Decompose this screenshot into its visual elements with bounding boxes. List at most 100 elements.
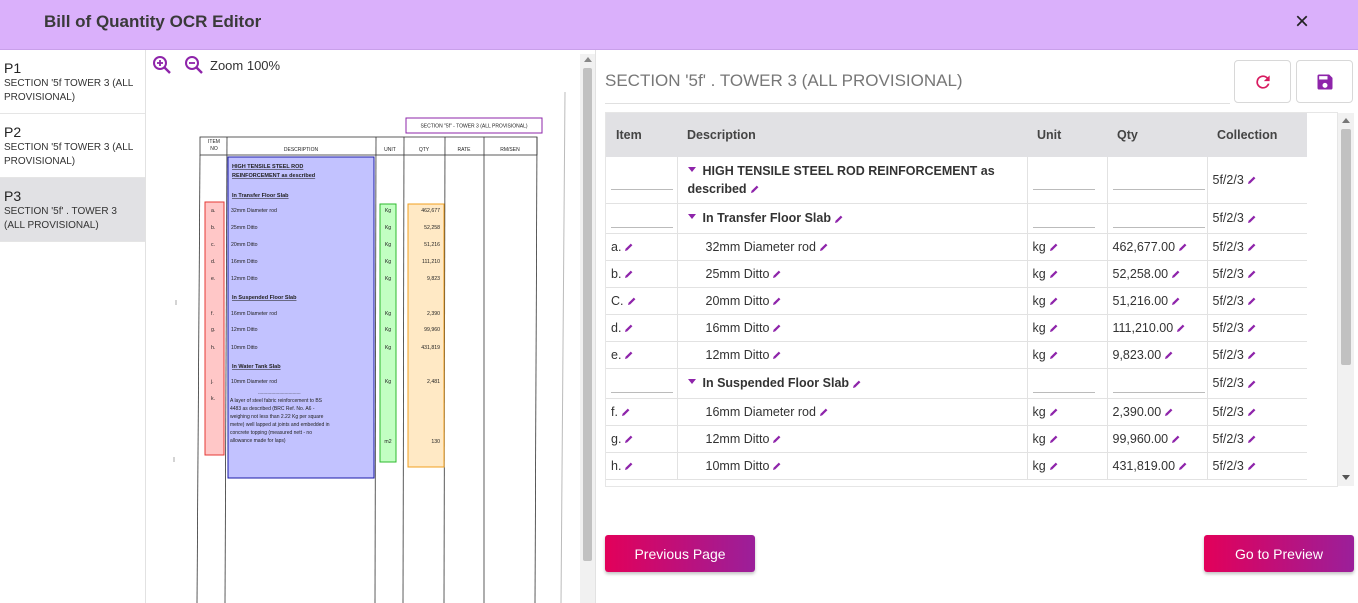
edit-icon[interactable] bbox=[1247, 434, 1257, 444]
collection-cell[interactable]: 5f/2/3 bbox=[1207, 368, 1307, 399]
edit-icon[interactable] bbox=[1247, 407, 1257, 417]
collection-cell[interactable]: 5f/2/3 bbox=[1207, 233, 1307, 261]
collapse-caret-icon[interactable] bbox=[687, 166, 696, 172]
edit-icon[interactable] bbox=[1049, 269, 1059, 279]
qty-input[interactable] bbox=[1112, 174, 1205, 190]
save-button[interactable] bbox=[1296, 60, 1353, 103]
item-cell[interactable]: C. bbox=[606, 287, 678, 315]
qty-cell[interactable]: 462,677.00 bbox=[1107, 233, 1208, 261]
edit-icon[interactable] bbox=[1247, 350, 1257, 360]
item-cell[interactable] bbox=[606, 203, 678, 234]
unit-cell[interactable]: kg bbox=[1027, 233, 1108, 261]
edit-icon[interactable] bbox=[627, 296, 637, 306]
collapse-caret-icon[interactable] bbox=[687, 379, 696, 385]
edit-icon[interactable] bbox=[621, 407, 631, 417]
collection-cell[interactable]: 5f/2/3 bbox=[1207, 287, 1307, 315]
page-item-p2[interactable]: P2 SECTION '5f TOWER 3 (ALL PROVISIONAL) bbox=[0, 114, 145, 178]
edit-icon[interactable] bbox=[772, 323, 782, 333]
edit-icon[interactable] bbox=[834, 214, 844, 224]
refresh-button[interactable] bbox=[1234, 60, 1291, 103]
description-cell[interactable]: 20mm Ditto bbox=[677, 287, 1028, 315]
item-cell[interactable] bbox=[606, 368, 678, 399]
item-input[interactable] bbox=[611, 377, 673, 393]
edit-icon[interactable] bbox=[1247, 214, 1257, 224]
unit-cell[interactable]: kg bbox=[1027, 314, 1108, 342]
page-item-p3[interactable]: P3 SECTION '5f' . TOWER 3 (ALL PROVISION… bbox=[0, 178, 145, 242]
unit-cell[interactable]: kg bbox=[1027, 260, 1108, 288]
edit-icon[interactable] bbox=[750, 184, 760, 194]
edit-icon[interactable] bbox=[1171, 434, 1181, 444]
item-cell[interactable]: a. bbox=[606, 233, 678, 261]
qty-cell[interactable] bbox=[1107, 157, 1208, 204]
section-title-input[interactable] bbox=[605, 60, 1230, 102]
unit-input[interactable] bbox=[1032, 174, 1095, 190]
table-scroll-thumb[interactable] bbox=[1341, 129, 1351, 365]
page-item-p1[interactable]: P1 SECTION '5f TOWER 3 (ALL PROVISIONAL) bbox=[0, 50, 145, 114]
edit-icon[interactable] bbox=[1247, 323, 1257, 333]
collection-cell[interactable]: 5f/2/3 bbox=[1207, 425, 1307, 453]
collection-cell[interactable]: 5f/2/3 bbox=[1207, 452, 1307, 480]
table-scroll-down-icon[interactable] bbox=[1342, 475, 1350, 480]
edit-icon[interactable] bbox=[1247, 461, 1257, 471]
collection-cell[interactable]: 5f/2/3 bbox=[1207, 260, 1307, 288]
close-button[interactable]: × bbox=[1288, 8, 1316, 36]
collection-cell[interactable]: 5f/2/3 bbox=[1207, 203, 1307, 234]
go-to-preview-button[interactable]: Go to Preview bbox=[1204, 535, 1354, 572]
item-cell[interactable]: f. bbox=[606, 398, 678, 426]
qty-cell[interactable]: 52,258.00 bbox=[1107, 260, 1208, 288]
unit-cell[interactable] bbox=[1027, 157, 1108, 204]
description-cell[interactable]: 12mm Ditto bbox=[677, 425, 1028, 453]
description-cell[interactable]: 16mm Ditto bbox=[677, 314, 1028, 342]
edit-icon[interactable] bbox=[1247, 379, 1257, 389]
previous-page-button[interactable]: Previous Page bbox=[605, 535, 755, 572]
unit-cell[interactable]: kg bbox=[1027, 341, 1108, 369]
edit-icon[interactable] bbox=[624, 323, 634, 333]
viewer-scrollbar[interactable] bbox=[580, 54, 595, 603]
edit-icon[interactable] bbox=[624, 350, 634, 360]
unit-cell[interactable]: kg bbox=[1027, 425, 1108, 453]
edit-icon[interactable] bbox=[624, 461, 634, 471]
edit-icon[interactable] bbox=[624, 269, 634, 279]
edit-icon[interactable] bbox=[1164, 407, 1174, 417]
item-cell[interactable]: h. bbox=[606, 452, 678, 480]
edit-icon[interactable] bbox=[772, 350, 782, 360]
viewer-scroll-up-icon[interactable] bbox=[584, 57, 592, 62]
qty-cell[interactable]: 111,210.00 bbox=[1107, 314, 1208, 342]
edit-icon[interactable] bbox=[1247, 296, 1257, 306]
item-cell[interactable]: d. bbox=[606, 314, 678, 342]
qty-cell[interactable]: 51,216.00 bbox=[1107, 287, 1208, 315]
edit-icon[interactable] bbox=[1171, 269, 1181, 279]
edit-icon[interactable] bbox=[772, 461, 782, 471]
table-scrollbar[interactable] bbox=[1338, 113, 1354, 486]
qty-cell[interactable] bbox=[1107, 368, 1208, 399]
description-cell[interactable]: 16mm Diameter rod bbox=[677, 398, 1028, 426]
item-cell[interactable]: b. bbox=[606, 260, 678, 288]
edit-icon[interactable] bbox=[1049, 434, 1059, 444]
collapse-caret-icon[interactable] bbox=[687, 214, 696, 220]
description-cell[interactable]: 25mm Ditto bbox=[677, 260, 1028, 288]
edit-icon[interactable] bbox=[1049, 323, 1059, 333]
table-scroll-up-icon[interactable] bbox=[1342, 118, 1350, 123]
edit-icon[interactable] bbox=[1049, 350, 1059, 360]
item-cell[interactable]: e. bbox=[606, 341, 678, 369]
section-description-cell[interactable]: In Suspended Floor Slab bbox=[677, 368, 1028, 399]
edit-icon[interactable] bbox=[624, 242, 634, 252]
unit-cell[interactable] bbox=[1027, 203, 1108, 234]
qty-input[interactable] bbox=[1112, 377, 1205, 393]
edit-icon[interactable] bbox=[1049, 296, 1059, 306]
edit-icon[interactable] bbox=[772, 434, 782, 444]
unit-cell[interactable] bbox=[1027, 368, 1108, 399]
edit-icon[interactable] bbox=[852, 379, 862, 389]
description-cell[interactable]: 12mm Ditto bbox=[677, 341, 1028, 369]
unit-input[interactable] bbox=[1032, 212, 1095, 228]
item-input[interactable] bbox=[611, 212, 673, 228]
edit-icon[interactable] bbox=[772, 269, 782, 279]
qty-cell[interactable]: 431,819.00 bbox=[1107, 452, 1208, 480]
edit-icon[interactable] bbox=[819, 407, 829, 417]
qty-cell[interactable] bbox=[1107, 203, 1208, 234]
unit-cell[interactable]: kg bbox=[1027, 287, 1108, 315]
qty-input[interactable] bbox=[1112, 212, 1205, 228]
edit-icon[interactable] bbox=[1247, 175, 1257, 185]
edit-icon[interactable] bbox=[1164, 350, 1174, 360]
edit-icon[interactable] bbox=[1247, 269, 1257, 279]
